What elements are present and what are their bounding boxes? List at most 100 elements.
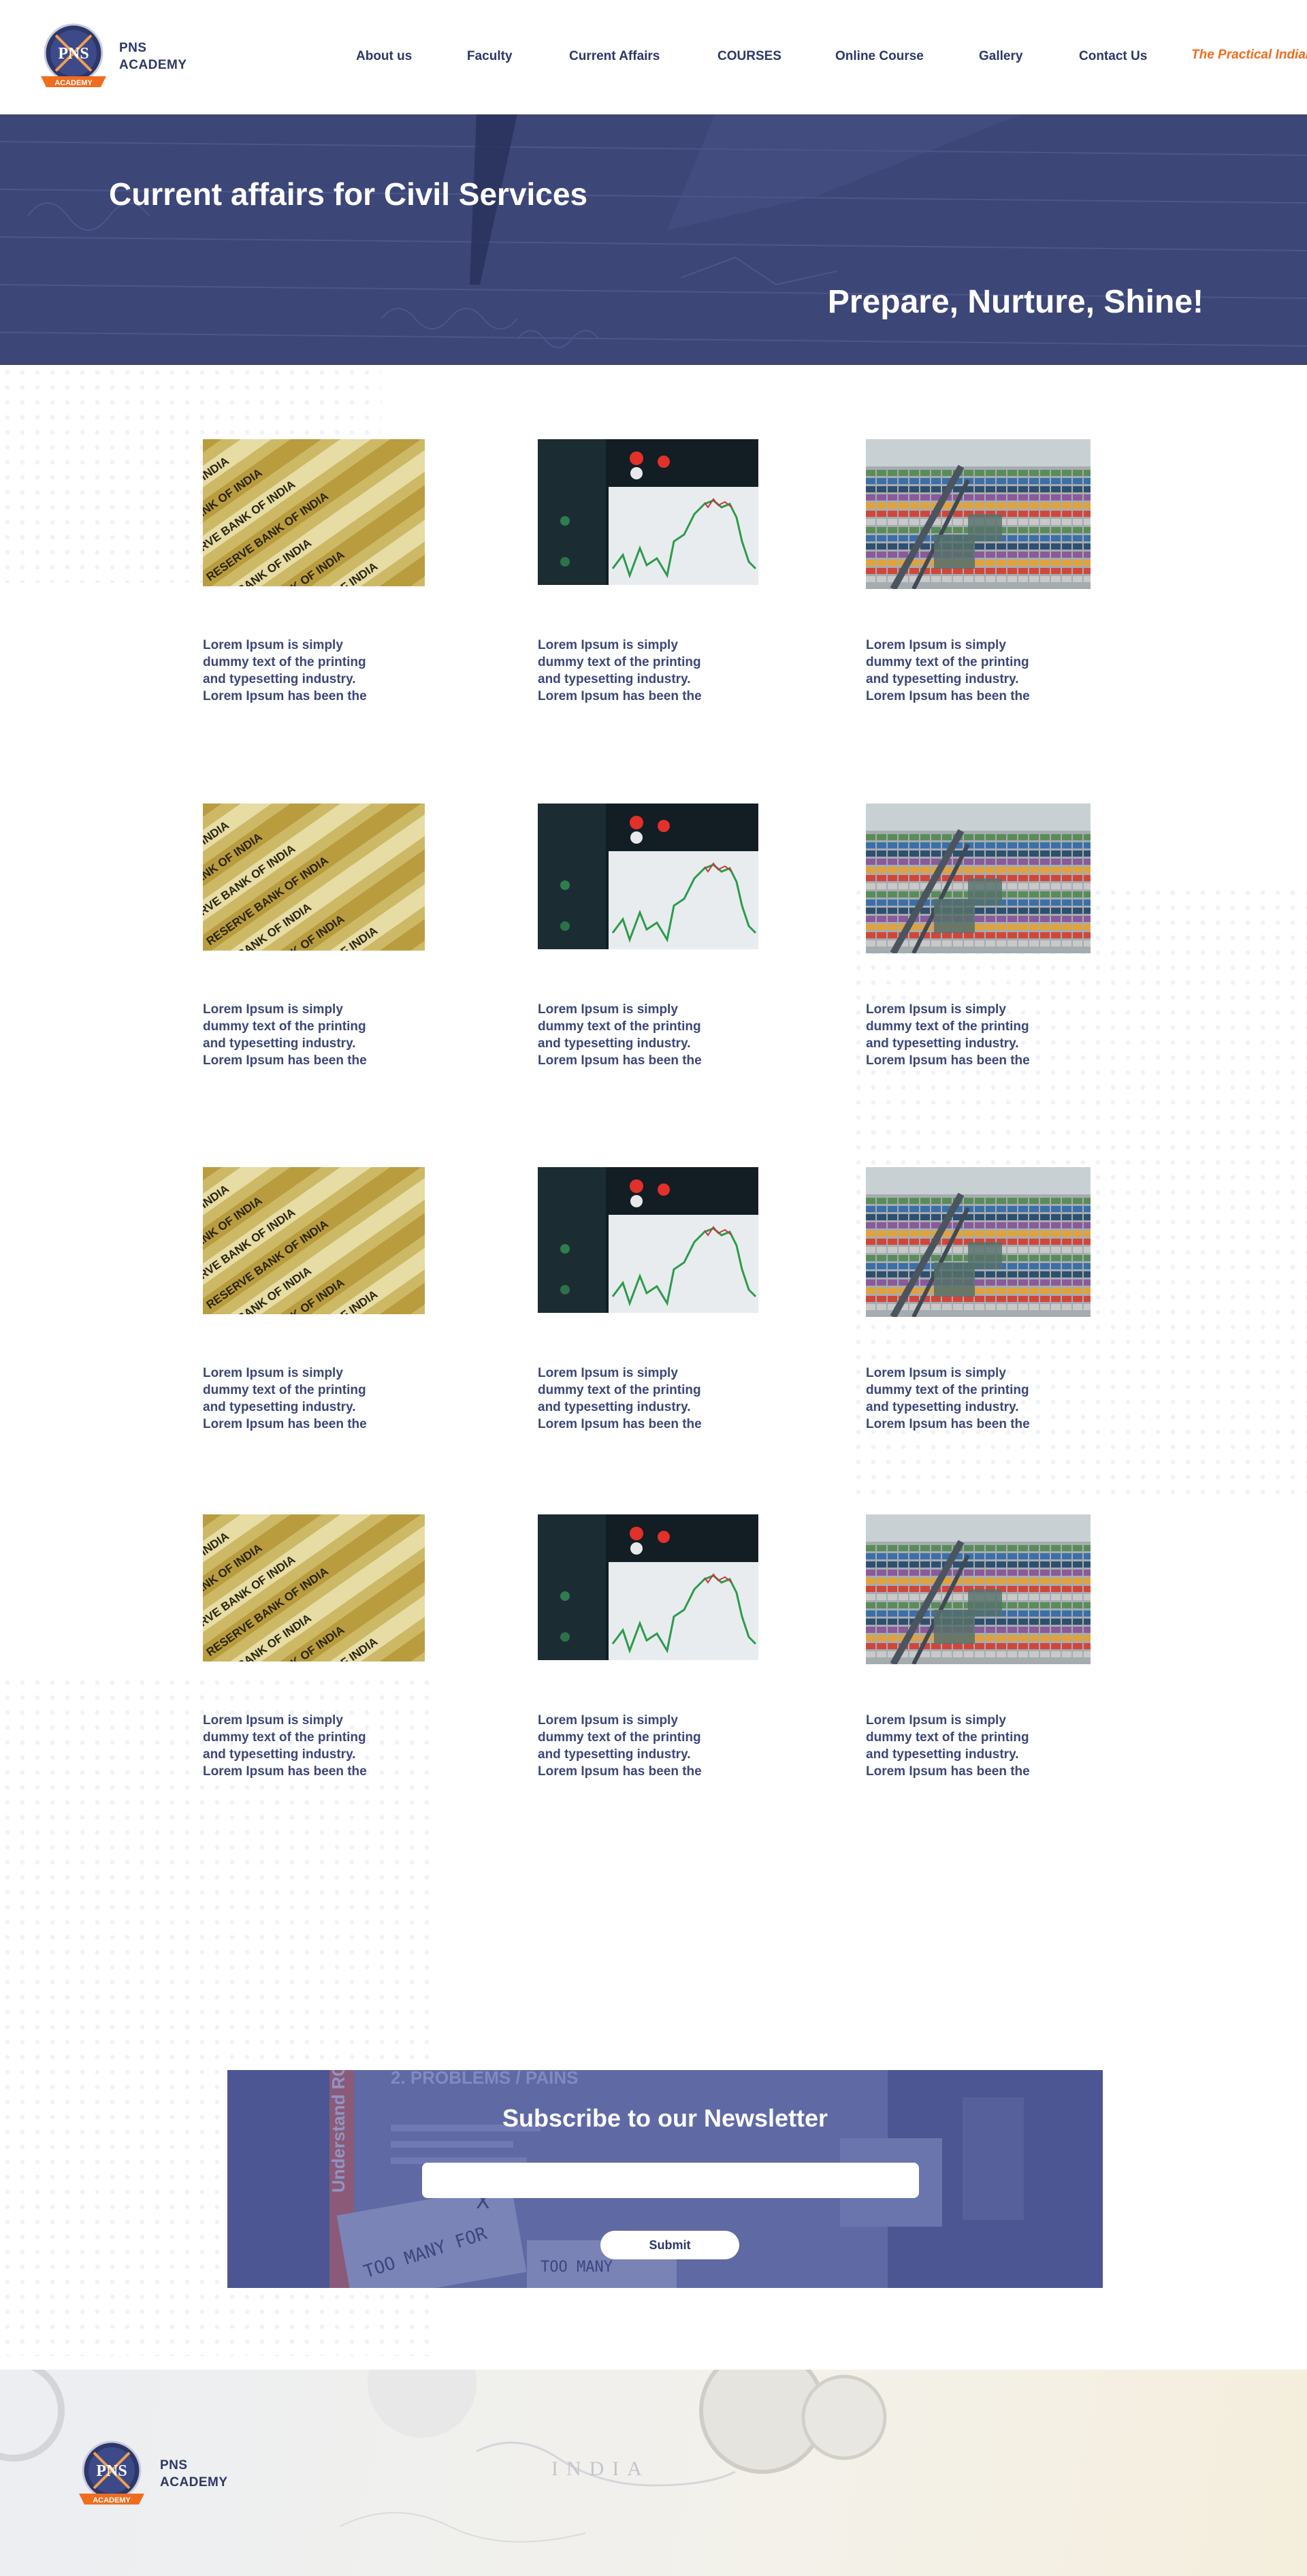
pns-academy-logo[interactable]: PNS ACADEMY [35,20,116,95]
news-card-excerpt-line: and typesetting industry. [866,1747,1019,1762]
news-card-excerpt[interactable]: Lorem Ipsum is simply dummy text of the p… [866,1712,1050,1780]
news-card-thumbnail[interactable] [866,1167,1091,1317]
news-card-excerpt-line: Lorem Ipsum is simply [203,1002,343,1017]
logo-text: PNS [58,45,88,63]
news-card-excerpt-line: Lorem Ipsum is simply [866,1002,1006,1017]
news-card-thumbnail[interactable] [538,1514,758,1660]
site-footer: INDIA PNS ACADEMY PNS ACADEMY [0,2370,1307,2576]
news-card-excerpt[interactable]: Lorem Ipsum is simply dummy text of the p… [866,1365,1050,1433]
nav-about-us[interactable]: About us [356,49,412,64]
news-card-excerpt-line: and typesetting industry. [203,1036,356,1051]
news-card-excerpt-line: Lorem Ipsum is simply [866,1366,1006,1380]
news-card-excerpt-line: Lorem Ipsum has been the [203,1053,367,1068]
news-card-excerpt-line: and typesetting industry. [866,1036,1019,1051]
news-card-excerpt-line: Lorem Ipsum has been the [203,1417,367,1431]
news-card-excerpt[interactable]: Lorem Ipsum is simply dummy text of the p… [203,1712,387,1780]
news-card-excerpt-line: and typesetting industry. [538,1400,691,1414]
newsletter-section: Understand RC 2. PROBLEMS / PAINS TOO MA… [227,2070,1103,2288]
news-card-excerpt-line: dummy text of the printing [866,1730,1029,1745]
brand-name[interactable]: PNS ACADEMY [119,39,187,74]
news-card-excerpt[interactable]: Lorem Ipsum is simply dummy text of the p… [203,637,387,705]
news-card-excerpt-line: Lorem Ipsum is simply [203,1713,343,1728]
news-card-excerpt-line: dummy text of the printing [866,1383,1029,1397]
news-card-excerpt-line: Lorem Ipsum has been the [203,1764,367,1779]
news-card-excerpt-line: Lorem Ipsum has been the [538,1417,702,1431]
nav-the-practical-indian[interactable]: The Practical Indian [1191,48,1307,63]
footer-map-label: INDIA [551,2458,650,2480]
news-card-excerpt-line: and typesetting industry. [538,1036,691,1051]
news-card-excerpt[interactable]: Lorem Ipsum is simply dummy text of the p… [538,1001,722,1069]
news-card-excerpt-line: Lorem Ipsum is simply [866,638,1006,652]
news-card-excerpt-line: Lorem Ipsum has been the [866,689,1030,703]
news-card-excerpt[interactable]: Lorem Ipsum is simply dummy text of the p… [538,1365,722,1433]
bg-heading-text: 2. PROBLEMS / PAINS [391,2070,578,2088]
news-card-excerpt-line: Lorem Ipsum is simply [538,1366,678,1380]
news-card-excerpt[interactable]: Lorem Ipsum is simply dummy text of the p… [866,1001,1050,1069]
news-card-excerpt-line: and typesetting industry. [203,1747,356,1762]
news-card-thumbnail[interactable] [538,439,758,585]
footer-brand-line-1: PNS [160,2458,188,2472]
news-card-excerpt-line: and typesetting industry. [538,672,691,686]
hero-background-illustration [0,114,1307,365]
news-card-excerpt-line: Lorem Ipsum is simply [538,1713,678,1728]
news-card-excerpt-line: and typesetting industry. [538,1747,691,1762]
news-card-excerpt-line: dummy text of the printing [538,1019,701,1034]
news-card-excerpt-line: and typesetting industry. [203,1400,356,1414]
nav-gallery[interactable]: Gallery [979,49,1022,64]
news-card-excerpt-line: and typesetting industry. [203,672,356,686]
news-card-excerpt[interactable]: Lorem Ipsum is simply dummy text of the p… [866,637,1050,705]
news-card-excerpt-line: Lorem Ipsum has been the [538,1053,702,1068]
footer-pns-academy-logo[interactable]: PNS ACADEMY [74,2438,154,2513]
news-card-thumbnail[interactable] [866,804,1091,953]
news-card-thumbnail[interactable]: RESERVE BANK OF INDIARESERVE BANK OF IND… [203,1514,425,1661]
news-card-excerpt[interactable]: Lorem Ipsum is simply dummy text of the p… [538,637,722,705]
news-card-excerpt-line: Lorem Ipsum is simply [203,1366,343,1380]
news-card-excerpt-line: Lorem Ipsum is simply [538,1002,678,1017]
hero-banner: Current affairs for Civil Services Prepa… [0,114,1307,365]
footer-logo-text: PNS [96,2462,127,2480]
site-header: PNS ACADEMY PNS ACADEMY About us Faculty… [0,0,1307,114]
news-card-excerpt[interactable]: Lorem Ipsum is simply dummy text of the p… [203,1001,387,1069]
news-card-excerpt-line: Lorem Ipsum has been the [203,689,367,703]
footer-brand-line-2: ACADEMY [160,2475,228,2490]
news-card-thumbnail[interactable] [538,1167,758,1313]
news-card-excerpt-line: Lorem Ipsum has been the [538,689,702,703]
newsletter-email-input[interactable] [422,2163,919,2198]
news-card-thumbnail[interactable]: RESERVE BANK OF INDIARESERVE BANK OF IND… [203,439,425,586]
news-card-excerpt[interactable]: Lorem Ipsum is simply dummy text of the p… [203,1365,387,1433]
news-card-excerpt-line: dummy text of the printing [203,1019,366,1034]
footer-logo-ribbon-text: ACADEMY [93,2496,131,2505]
newsletter-submit-button[interactable]: Submit [600,2231,739,2259]
brand-line-1: PNS [119,41,147,55]
news-card-excerpt-line: and typesetting industry. [866,672,1019,686]
nav-courses[interactable]: COURSES [717,49,781,64]
news-card-excerpt-line: dummy text of the printing [203,655,366,669]
footer-brand-name[interactable]: PNS ACADEMY [160,2457,228,2491]
news-card-thumbnail[interactable]: RESERVE BANK OF INDIARESERVE BANK OF IND… [203,804,425,951]
nav-faculty[interactable]: Faculty [467,49,513,64]
newsletter-title: Subscribe to our Newsletter [502,2104,828,2132]
news-card-excerpt-line: dummy text of the printing [538,1730,701,1745]
news-card-excerpt[interactable]: Lorem Ipsum is simply dummy text of the p… [538,1712,722,1780]
news-card-excerpt-line: dummy text of the printing [538,1383,701,1397]
nav-current-affairs[interactable]: Current Affairs [569,49,660,64]
news-card-excerpt-line: Lorem Ipsum is simply [866,1713,1006,1728]
news-card-excerpt-line: Lorem Ipsum has been the [866,1417,1030,1431]
news-card-thumbnail[interactable] [866,439,1091,589]
news-card-thumbnail[interactable] [866,1514,1091,1664]
news-card-excerpt-line: Lorem Ipsum has been the [538,1764,702,1779]
news-card-excerpt-line: Lorem Ipsum is simply [538,638,678,652]
news-card-excerpt-line: dummy text of the printing [203,1383,366,1397]
logo-ribbon-text: ACADEMY [54,79,93,87]
nav-online-course[interactable]: Online Course [835,49,924,64]
news-card-thumbnail[interactable] [538,804,758,949]
bg-note-2: TOO MANY [540,2259,613,2276]
news-card-excerpt-line: dummy text of the printing [203,1730,366,1745]
hero-tagline: Prepare, Nurture, Shine! [827,284,1204,320]
news-card-excerpt-line: Lorem Ipsum has been the [866,1053,1030,1068]
news-card-excerpt-line: dummy text of the printing [866,655,1029,669]
news-card-thumbnail[interactable]: RESERVE BANK OF INDIARESERVE BANK OF IND… [203,1167,425,1314]
nav-contact-us[interactable]: Contact Us [1079,49,1147,64]
news-card-excerpt-line: dummy text of the printing [866,1019,1029,1034]
hero-title: Current affairs for Civil Services [109,176,588,212]
